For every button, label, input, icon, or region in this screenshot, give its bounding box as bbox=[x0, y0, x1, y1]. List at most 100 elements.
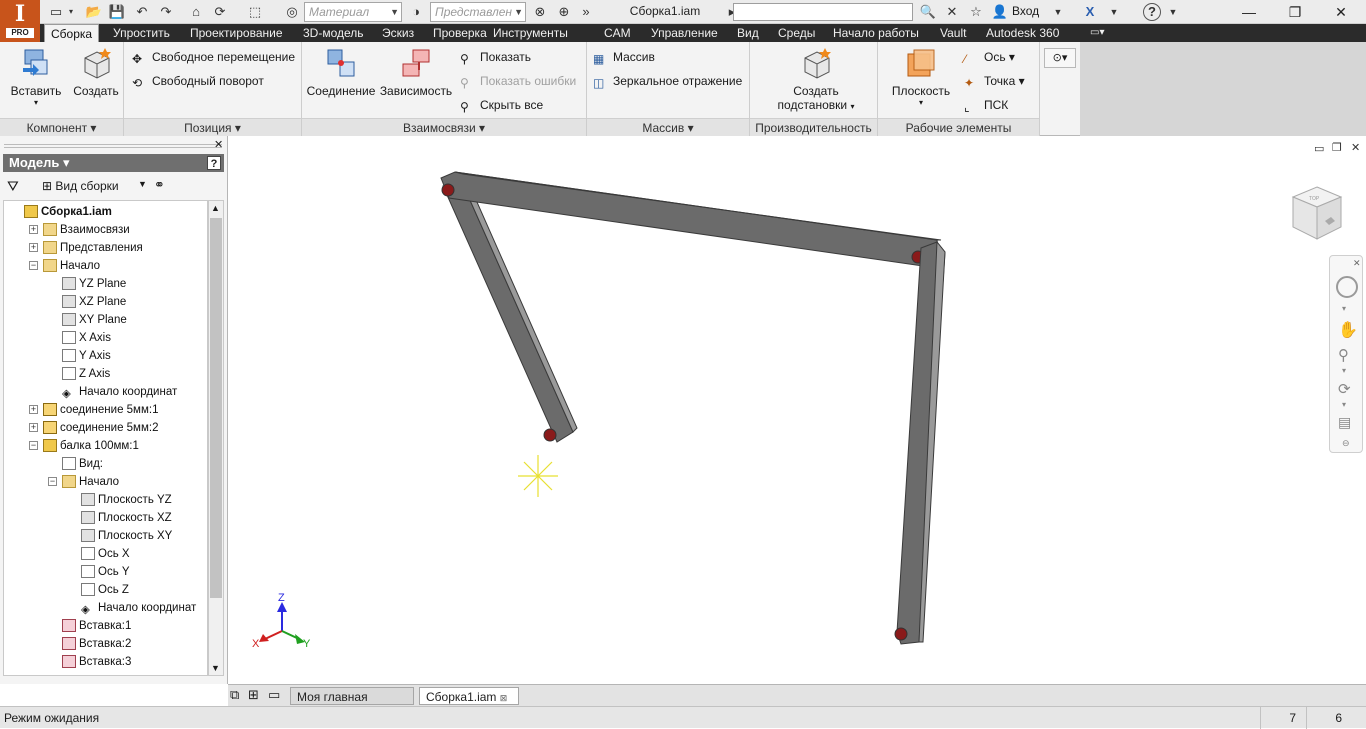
tree-node[interactable]: + соединение 5мм:2 bbox=[29, 419, 158, 437]
subscription-icon[interactable]: ✕ bbox=[942, 3, 962, 21]
tree-node[interactable]: Вид: bbox=[62, 455, 103, 473]
tab-view[interactable]: Вид bbox=[731, 24, 765, 42]
tree-node[interactable]: − Начало bbox=[29, 257, 100, 275]
tree-node[interactable]: X Axis bbox=[62, 329, 111, 347]
group-component-label[interactable]: Компонент ▾ bbox=[0, 118, 123, 136]
collapse-icon[interactable]: − bbox=[29, 261, 38, 270]
scroll-up-icon[interactable]: ▲ bbox=[211, 203, 220, 213]
tree-node[interactable]: XZ Plane bbox=[62, 293, 126, 311]
filter-icon[interactable]: ⛛ bbox=[7, 178, 19, 195]
more-icon[interactable]: » bbox=[576, 3, 596, 21]
tab-autodesk-360[interactable]: Autodesk 360 bbox=[980, 24, 1065, 42]
expand-icon[interactable]: + bbox=[29, 243, 38, 252]
zoom-icon[interactable]: ⚲ bbox=[1338, 346, 1349, 364]
create-substitutes-button[interactable]: Создать подстановки ▾ bbox=[768, 46, 864, 112]
group-position-label[interactable]: Позиция ▾ bbox=[124, 118, 301, 136]
tab-simplify[interactable]: Упростить bbox=[107, 24, 176, 42]
pan-icon[interactable]: ✋ bbox=[1338, 320, 1358, 340]
collapse-icon[interactable]: − bbox=[48, 477, 57, 486]
tree-node[interactable]: Плоскость YZ bbox=[81, 491, 172, 509]
save-icon[interactable]: 💾 bbox=[107, 3, 127, 21]
assembly-view-arrow-icon[interactable]: ▼ bbox=[138, 179, 147, 189]
point-button[interactable]: ✦ Точка ▾ bbox=[962, 72, 1025, 90]
tree-node[interactable]: ◈ Начало координат bbox=[62, 383, 177, 401]
tree-node[interactable]: Ось Z bbox=[81, 581, 129, 599]
undo-icon[interactable]: ↶ bbox=[132, 3, 152, 21]
group-pattern-label[interactable]: Массив ▾ bbox=[587, 118, 749, 136]
minimize-button[interactable]: — bbox=[1226, 0, 1272, 24]
update-icon[interactable]: ⟳ bbox=[210, 3, 230, 21]
viewcube[interactable]: TOP bbox=[1287, 183, 1347, 243]
tab-cam[interactable]: CAM bbox=[598, 24, 637, 42]
material-icon[interactable]: ◎ bbox=[282, 3, 302, 21]
tab-close-icon[interactable]: ⊠ bbox=[500, 693, 508, 703]
tab-document-assembly[interactable]: Сборка1.iam ⊠ bbox=[419, 687, 519, 705]
search-input[interactable] bbox=[733, 3, 913, 21]
ucs-button[interactable]: ⌞ ПСК bbox=[962, 96, 1008, 114]
beam-top[interactable] bbox=[440, 171, 942, 267]
tile-windows-icon[interactable]: ⧉ bbox=[230, 687, 239, 703]
tab-my-home[interactable]: Моя главная стран... bbox=[290, 687, 414, 722]
browser-grip[interactable] bbox=[4, 144, 222, 148]
ribbon-options-icon[interactable]: ▭▾ bbox=[1084, 24, 1110, 42]
joint-button[interactable]: Соединение bbox=[306, 46, 376, 98]
beam-left[interactable] bbox=[442, 178, 578, 443]
tree-node[interactable]: Y Axis bbox=[62, 347, 111, 365]
help-icon[interactable]: ? bbox=[1143, 3, 1161, 21]
expand-icon[interactable]: + bbox=[29, 225, 38, 234]
close-button[interactable]: ✕ bbox=[1318, 0, 1364, 24]
select-icon[interactable]: ⬚ bbox=[245, 3, 265, 21]
tab-get-started[interactable]: Начало работы bbox=[827, 24, 925, 42]
appearance-combo[interactable]: Представлен ▼ bbox=[430, 2, 526, 22]
tree-scroll-thumb[interactable] bbox=[210, 218, 222, 598]
hide-all-button[interactable]: ⚲ Скрыть все bbox=[458, 96, 543, 114]
appearance-icon[interactable]: ◑ bbox=[406, 3, 426, 21]
tree-node[interactable]: Плоскость XY bbox=[81, 527, 172, 545]
user-icon[interactable]: 👤 bbox=[990, 3, 1010, 21]
tree-node[interactable]: + Представления bbox=[29, 239, 143, 257]
browser-header[interactable]: Модель ▾ ? bbox=[3, 154, 224, 172]
help-dropdown-icon[interactable]: ▼ bbox=[1163, 3, 1183, 21]
navbar-close-icon[interactable]: ✕ bbox=[1353, 258, 1361, 269]
create-component-button[interactable]: Создать bbox=[70, 46, 122, 98]
tab-sketch[interactable]: Эскиз bbox=[376, 24, 420, 42]
favorites-icon[interactable]: ☆ bbox=[966, 3, 986, 21]
tab-tools[interactable]: Инструменты bbox=[487, 24, 574, 42]
collapse-icon[interactable]: − bbox=[29, 441, 38, 450]
window-list-icon[interactable]: ▭ bbox=[268, 687, 280, 703]
expand-icon[interactable]: + bbox=[29, 405, 38, 414]
tree-node[interactable]: + соединение 5мм:1 bbox=[29, 401, 158, 419]
show-button[interactable]: ⚲ Показать bbox=[458, 48, 531, 66]
exchange-dropdown-icon[interactable]: ▼ bbox=[1104, 3, 1124, 21]
exchange-icon[interactable]: X bbox=[1080, 3, 1100, 21]
tree-node[interactable]: Z Axis bbox=[62, 365, 110, 383]
maximize-button[interactable]: ❐ bbox=[1272, 0, 1318, 24]
tree-node[interactable]: Ось X bbox=[81, 545, 130, 563]
tree-node[interactable]: ◈ Начало координат bbox=[81, 599, 196, 617]
redo-icon[interactable]: ↷ bbox=[156, 3, 176, 21]
constraint-button[interactable]: Зависимость bbox=[378, 46, 454, 98]
new-icon[interactable]: ▭ bbox=[46, 3, 66, 21]
pattern-button[interactable]: ▦ Массив bbox=[591, 48, 655, 66]
tab-environments[interactable]: Среды bbox=[772, 24, 821, 42]
tree-node[interactable]: − балка 100мм:1 bbox=[29, 437, 139, 455]
tree-node[interactable]: Вставка:2 bbox=[62, 635, 131, 653]
axis-button[interactable]: ⁄ Ось ▾ bbox=[962, 48, 1015, 66]
tree-node[interactable]: + Взаимосвязи bbox=[29, 221, 130, 239]
home-icon[interactable]: ⌂ bbox=[186, 3, 206, 21]
tree-node[interactable]: Вставка:1 bbox=[62, 617, 131, 635]
login-link[interactable]: Вход bbox=[1012, 4, 1039, 18]
tab-manage[interactable]: Управление bbox=[645, 24, 724, 42]
tree-node[interactable]: Вставка:3 bbox=[62, 653, 131, 671]
tree-node[interactable]: Сборка1.iam bbox=[24, 203, 112, 221]
expand-icon[interactable]: + bbox=[29, 423, 38, 432]
tab-design[interactable]: Проектирование bbox=[184, 24, 289, 42]
tree-node[interactable]: − Начало bbox=[48, 473, 119, 491]
binoculars-icon[interactable]: 🔍 bbox=[918, 3, 938, 21]
ribbon-more-dropdown[interactable]: ⊙▾ bbox=[1044, 48, 1076, 68]
find-icon[interactable]: ⚭ bbox=[154, 177, 165, 193]
adjust-icon[interactable]: ⊕ bbox=[554, 3, 574, 21]
clear-appearance-icon[interactable]: ⊗ bbox=[530, 3, 550, 21]
browser-close-icon[interactable]: ✕ bbox=[214, 138, 223, 151]
open-icon[interactable]: 📂 bbox=[84, 3, 104, 21]
